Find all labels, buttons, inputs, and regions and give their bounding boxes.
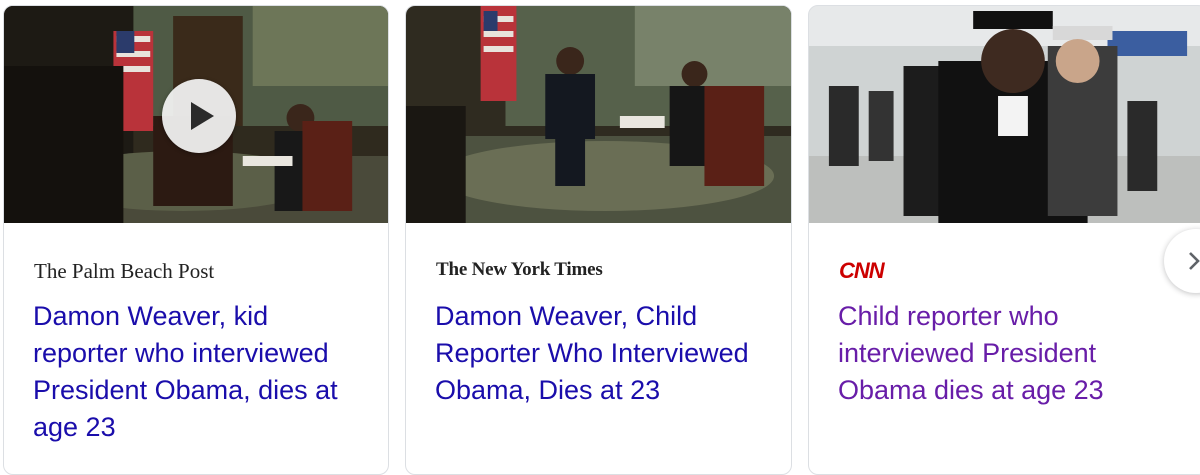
interview-photo	[406, 6, 791, 223]
headline-link[interactable]: Damon Weaver, kid reporter who interview…	[33, 298, 366, 446]
news-card-2[interactable]: The New York Times Damon Weaver, Child R…	[405, 5, 792, 475]
news-carousel: The Palm Beach Post Damon Weaver, kid re…	[0, 0, 1200, 475]
graduation-photo	[809, 6, 1200, 223]
play-icon	[191, 102, 214, 130]
play-button[interactable]	[162, 79, 236, 153]
headline-link[interactable]: Child reporter who interviewed President…	[838, 298, 1185, 409]
news-thumbnail[interactable]	[406, 6, 791, 223]
news-card-3[interactable]: CNN Child reporter who interviewed Presi…	[808, 5, 1200, 475]
news-thumbnail[interactable]	[809, 6, 1200, 223]
source-name: The New York Times	[436, 259, 603, 280]
source-name: CNN	[839, 258, 885, 283]
headline-link[interactable]: Damon Weaver, Child Reporter Who Intervi…	[435, 298, 769, 409]
chevron-right-icon	[1189, 252, 1200, 270]
news-thumbnail-video[interactable]	[4, 6, 388, 223]
news-card-1[interactable]: The Palm Beach Post Damon Weaver, kid re…	[3, 5, 389, 475]
source-name: The Palm Beach Post	[34, 259, 215, 283]
